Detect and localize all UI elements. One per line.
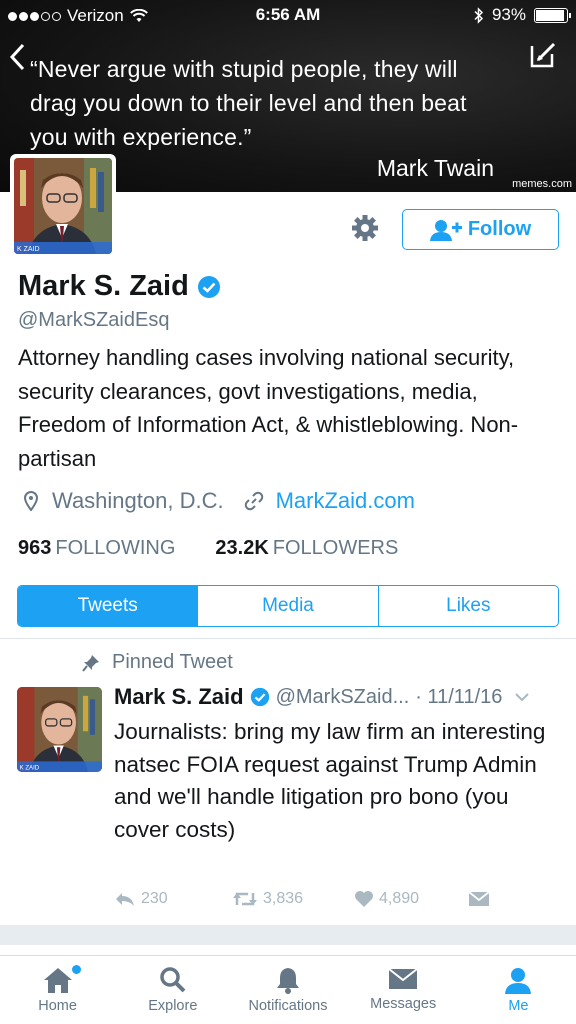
back-chevron-icon[interactable] [8,42,26,72]
bottom-tab-bar: Home Explore Notifications Messages Me [0,955,576,1024]
tab-likes[interactable]: Likes [379,586,558,626]
avatar-caption: K ZAID [17,246,40,253]
battery-percent: 93% [491,5,526,24]
notification-dot [72,965,81,974]
heart-icon [355,891,373,907]
tweet-author-handle[interactable]: @MarkSZaid... [276,686,410,709]
nav-home[interactable]: Home [0,956,115,1024]
retweet-button[interactable]: 3,836 [232,890,354,908]
banner-watermark: memes.com [512,178,572,190]
retweet-icon [233,892,257,906]
nav-explore[interactable]: Explore [115,956,230,1024]
tweet-avatar[interactable]: K ZAID [17,687,102,772]
nav-me[interactable]: Me [461,956,576,1024]
following-number: 963 [18,537,52,559]
nav-explore-label: Explore [148,998,198,1014]
like-count: 4,890 [379,890,420,907]
like-button[interactable]: 4,890 [354,890,468,908]
timeline-gap [0,925,576,945]
profile-bio: Attorney handling cases involving nation… [18,345,519,471]
tweet-actions: 230 3,836 4,890 [114,890,554,908]
tab-media[interactable]: Media [198,586,379,626]
banner-quote-author: Mark Twain [376,155,494,181]
retweet-count: 3,836 [263,890,304,907]
bluetooth-icon [474,6,484,24]
nav-messages-label: Messages [370,996,437,1012]
reply-count: 230 [141,890,168,907]
verified-badge-icon [250,687,269,707]
followers-count[interactable]: 23.2K FOLLOWERS [215,537,398,560]
pin-icon [82,654,99,672]
nav-notifications[interactable]: Notifications [230,956,345,1024]
link-icon [244,491,263,511]
followers-label: FOLLOWERS [272,537,399,559]
status-bar: Verizon 6:56 AM 93% [0,0,576,32]
tweet-avatar-photo: K ZAID [17,687,102,772]
nav-notifications-label: Notifications [248,998,328,1014]
profile-location: Washington, D.C. [52,488,224,513]
followers-number: 23.2K [215,537,269,559]
profile-meta: Washington, D.C. MarkZaid.com [18,488,415,514]
follow-button[interactable]: Follow [402,209,559,250]
add-user-icon [429,219,462,241]
profile-name-text: Mark S. Zaid [18,270,189,302]
following-label: FOLLOWING [55,537,176,559]
tweet-date[interactable]: · 11/11/16 [415,686,502,709]
home-icon [43,968,72,993]
profile-avatar[interactable]: K ZAID [10,154,116,258]
profile-handle: @MarkSZaidEsq [18,309,170,331]
person-icon [505,968,532,994]
nav-me-label: Me [508,998,529,1014]
search-icon [160,967,186,993]
banner-quote: “Never argue with stupid people, they wi… [30,56,467,150]
following-count[interactable]: 963 FOLLOWING [18,537,175,560]
avatar-photo: K ZAID [14,158,112,254]
pinned-tweet-label: Pinned Tweet [82,651,233,674]
profile-website-link[interactable]: MarkZaid.com [276,488,415,514]
pinned-text: Pinned Tweet [112,651,233,673]
tweet-header: Mark S. Zaid @MarkSZaid... · 11/11/16 [114,684,566,710]
tweet-author-name[interactable]: Mark S. Zaid [114,684,244,710]
follow-counts: 963 FOLLOWING 23.2K FOLLOWERS [18,537,398,560]
profile-name: Mark S. Zaid [18,270,221,303]
avatar: K ZAID [14,158,112,254]
follow-label: Follow [467,218,532,240]
reply-icon [116,893,134,906]
reply-button[interactable]: 230 [114,890,232,908]
profile-tabs: Tweets Media Likes [17,585,559,627]
direct-message-button[interactable] [468,891,490,907]
envelope-icon [468,891,490,906]
tweet-avatar-caption: K ZAID [20,764,40,771]
compose-icon[interactable] [528,40,558,70]
nav-messages[interactable]: Messages [346,956,461,1024]
nav-home-label: Home [38,998,77,1014]
tweet-text: Journalists: bring my law firm an intere… [114,719,546,842]
envelope-icon [388,968,418,989]
status-right: 93% [474,5,571,25]
battery-icon [534,7,571,23]
bell-icon [277,968,299,994]
location-pin-icon [24,491,38,511]
verified-badge-icon [197,275,220,298]
settings-gear-icon[interactable] [350,213,380,243]
tab-tweets[interactable]: Tweets [18,586,199,626]
chevron-down-icon[interactable] [514,692,530,702]
divider [0,638,576,639]
